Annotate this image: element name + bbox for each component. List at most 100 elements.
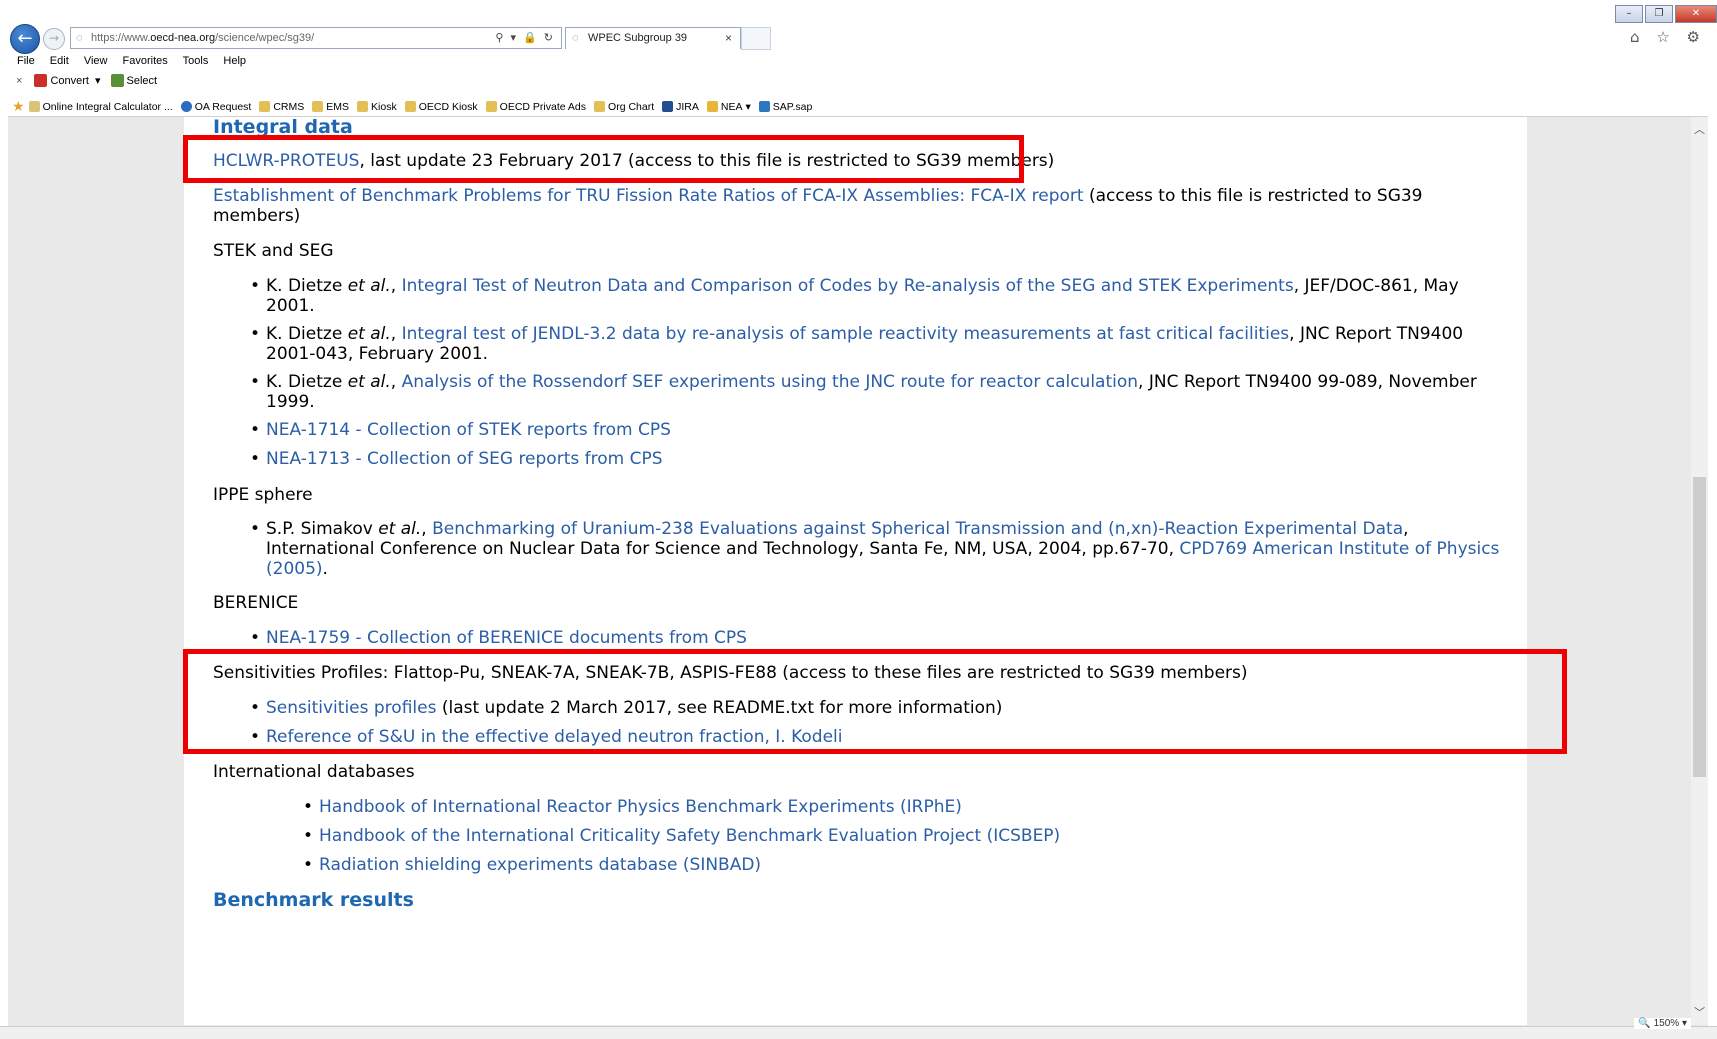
separator: , — [390, 324, 402, 344]
fav-ems[interactable]: EMS — [312, 101, 349, 113]
highlight-box-sensitivities — [183, 649, 1567, 754]
fav-label: Kiosk — [371, 100, 397, 113]
fav-sap[interactable]: SAP.sap — [758, 100, 813, 113]
url-text[interactable]: https://www.oecd-nea.org/science/wpec/sg… — [91, 28, 314, 48]
fav-kiosk[interactable]: Kiosk — [357, 101, 397, 113]
author: K. Dietze — [266, 276, 348, 296]
tab-close-icon[interactable]: × — [725, 28, 732, 49]
menu-tools[interactable]: Tools — [183, 55, 209, 67]
stek-seg-title: STEK and SEG — [213, 241, 334, 261]
ie-page-icon — [312, 101, 324, 112]
list-item: Radiation shielding experiments database… — [303, 855, 1499, 875]
chevron-down-icon[interactable]: ▾ — [95, 74, 101, 87]
et-al: et al. — [378, 519, 422, 539]
fav-oecd-kiosk[interactable]: OECD Kiosk — [404, 100, 478, 113]
separator: , — [390, 276, 402, 296]
scrollbar-thumb[interactable] — [1693, 477, 1706, 777]
irphe-link[interactable]: Handbook of International Reactor Physic… — [319, 797, 962, 817]
navigation-row: ← → ◌ https://www.oecd-nea.org/science/w… — [8, 23, 1708, 54]
author: S.P. Simakov — [266, 519, 379, 539]
icsbep-link[interactable]: Handbook of the International Criticalit… — [319, 826, 1060, 846]
list-item: NEA-1714 - Collection of STEK reports fr… — [250, 420, 1503, 440]
fav-label: SAP.sap — [772, 100, 813, 113]
vertical-scrollbar[interactable]: ︿ ﹀ — [1691, 117, 1708, 1025]
fav-jira[interactable]: JIRA — [662, 101, 699, 113]
new-tab-button[interactable] — [741, 27, 771, 50]
list-item: NEA-1759 - Collection of BERENICE docume… — [250, 628, 1503, 648]
command-bar-close-icon[interactable]: × — [16, 75, 22, 87]
menu-help[interactable]: Help — [223, 55, 246, 67]
menu-favorites[interactable]: Favorites — [123, 55, 168, 67]
nea-1714-link[interactable]: NEA-1714 - Collection of STEK reports fr… — [266, 420, 671, 440]
ie-page-icon — [404, 101, 416, 112]
ippe-sphere-title: IPPE sphere — [213, 485, 313, 505]
address-tools[interactable]: ⚲ ▾ 🔒 ↻ — [495, 28, 555, 48]
stek-item-link[interactable]: Analysis of the Rossendorf SEF experimen… — [402, 372, 1138, 392]
window-controls: – ❐ ✕ — [1613, 5, 1717, 23]
convert-button[interactable]: Convert — [50, 75, 89, 87]
arrow-right-icon: → — [48, 31, 60, 45]
fav-label: OA Request — [194, 100, 252, 113]
sinbad-link[interactable]: Radiation shielding experiments database… — [319, 855, 761, 875]
stek-item-link[interactable]: Integral test of JENDL-3.2 data by re-an… — [402, 324, 1290, 344]
fav-label: OECD Private Ads — [499, 100, 587, 113]
fav-label: OECD Kiosk — [418, 100, 478, 113]
menu-file[interactable]: File — [17, 55, 35, 67]
page-icon: ◌ — [76, 32, 83, 44]
browser-chrome: – ❐ ✕ ← → ◌ https://www.oecd-nea.org/sci… — [0, 0, 1717, 114]
url-prefix: https://www. — [91, 32, 151, 44]
status-bar: 🔍 150% ▾ — [0, 1018, 1717, 1039]
fav-org-chart[interactable]: Org Chart — [594, 101, 654, 113]
heading-integral-data: Integral data — [213, 117, 353, 138]
close-button[interactable]: ✕ — [1675, 5, 1717, 23]
fca-paragraph: Establishment of Benchmark Problems for … — [213, 186, 1503, 226]
select-button[interactable]: Select — [127, 75, 158, 87]
back-button[interactable]: ← — [10, 24, 40, 54]
tab-wpec-subgroup-39[interactable]: ◌ WPEC Subgroup 39 × — [565, 27, 741, 49]
ie-page-icon — [357, 101, 369, 112]
ie-page-icon — [594, 101, 606, 112]
command-bar: × Convert ▾ Select — [16, 74, 157, 87]
restore-button[interactable]: ❐ — [1645, 5, 1673, 23]
forward-button[interactable]: → — [43, 28, 65, 50]
sap-icon — [758, 101, 770, 112]
list-item: Handbook of the International Criticalit… — [303, 826, 1499, 846]
et-al: et al. — [347, 372, 391, 392]
fav-label: NEA — [720, 100, 743, 113]
fav-label: JIRA — [676, 100, 699, 113]
period: . — [322, 559, 328, 579]
scroll-up-icon[interactable]: ︿ — [1691, 121, 1708, 138]
ippe-benchmark-link[interactable]: Benchmarking of Uranium-238 Evaluations … — [432, 519, 1403, 539]
separator: , — [390, 372, 402, 392]
ie-page-icon — [485, 101, 497, 112]
fav-nea[interactable]: NEA ▾ — [706, 100, 751, 113]
globe-icon — [180, 101, 192, 112]
zoom-level[interactable]: 🔍 150% ▾ — [1634, 1018, 1691, 1029]
scroll-down-icon[interactable]: ﹀ — [1691, 1004, 1708, 1021]
tab-page-icon: ◌ — [572, 32, 579, 44]
fav-crms[interactable]: CRMS — [259, 101, 304, 113]
minimize-button[interactable]: – — [1615, 5, 1643, 23]
ie-page-icon — [259, 101, 271, 112]
menu-edit[interactable]: Edit — [50, 55, 69, 67]
separator: , — [421, 519, 433, 539]
home-favorites-settings-icons[interactable]: ⌂ ☆ ⚙ — [1630, 28, 1706, 46]
fav-oa-request[interactable]: OA Request — [180, 100, 252, 113]
fca-ix-report-link[interactable]: Establishment of Benchmark Problems for … — [213, 186, 1084, 206]
fav-online-integral-calculator[interactable]: Online Integral Calculator ... — [28, 100, 173, 113]
favorites-star-icon[interactable]: ★ — [12, 98, 25, 115]
tab-title: WPEC Subgroup 39 — [588, 32, 688, 44]
zoom-icon: 🔍 — [1638, 1018, 1651, 1029]
list-item: K. Dietze et al., Integral test of JENDL… — [250, 324, 1503, 364]
international-databases-title: International databases — [213, 762, 415, 782]
favorites-bar: ★ Online Integral Calculator ... OA Requ… — [12, 98, 820, 115]
folder-icon — [706, 101, 718, 112]
fav-oecd-private-ads[interactable]: OECD Private Ads — [485, 100, 587, 113]
select-icon — [110, 74, 124, 87]
stek-item-link[interactable]: Integral Test of Neutron Data and Compar… — [402, 276, 1294, 296]
address-bar[interactable]: ◌ https://www.oecd-nea.org/science/wpec/… — [70, 27, 562, 49]
nea-1713-link[interactable]: NEA-1713 - Collection of SEG reports fro… — [266, 449, 663, 469]
fav-label: Online Integral Calculator ... — [42, 100, 173, 113]
menu-view[interactable]: View — [84, 55, 108, 67]
nea-1759-link[interactable]: NEA-1759 - Collection of BERENICE docume… — [266, 628, 747, 648]
